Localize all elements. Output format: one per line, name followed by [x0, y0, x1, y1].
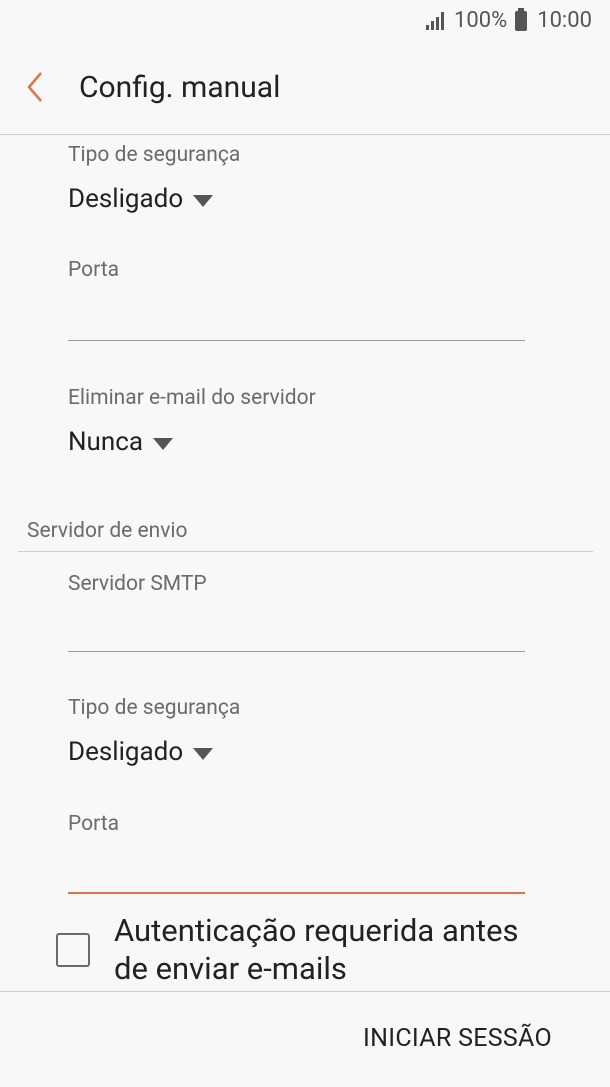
incoming-port-input[interactable]: [68, 298, 525, 338]
outgoing-security-label: Tipo de segurança: [68, 696, 241, 720]
delete-email-dropdown[interactable]: Nunca: [68, 427, 173, 457]
auth-required-checkbox[interactable]: [56, 933, 90, 967]
dropdown-arrow-icon: [153, 437, 173, 450]
outgoing-security-dropdown[interactable]: Desligado: [68, 737, 214, 767]
incoming-security-value: Desligado: [68, 184, 184, 214]
status-indicators: 100% 10:00: [425, 7, 592, 33]
smtp-server-input[interactable]: [68, 609, 525, 649]
delete-email-value: Nunca: [68, 427, 143, 457]
outgoing-security-value: Desligado: [68, 737, 184, 767]
dropdown-arrow-icon: [193, 747, 214, 760]
clock: 10:00: [537, 8, 592, 33]
smtp-server-underline: [68, 651, 525, 652]
smtp-server-label: Servidor SMTP: [68, 572, 207, 596]
back-button[interactable]: [18, 70, 52, 104]
auth-required-label: Autenticação requerida antes de enviar e…: [114, 912, 519, 987]
outgoing-port-label: Porta: [68, 812, 120, 836]
delete-email-label: Eliminar e-mail do servidor: [68, 386, 316, 410]
incoming-port-label: Porta: [68, 258, 120, 282]
bottom-bar: INICIAR SESSÃO: [0, 991, 610, 1087]
signal-icon: [425, 11, 444, 30]
battery-percent: 100%: [453, 8, 508, 33]
status-bar: 100% 10:00: [0, 0, 610, 44]
section-divider: [18, 551, 593, 552]
incoming-security-label: Tipo de segurança: [68, 143, 241, 167]
sign-in-button[interactable]: INICIAR SESSÃO: [363, 1024, 552, 1053]
incoming-port-underline: [68, 340, 525, 341]
battery-icon: [515, 7, 528, 31]
chevron-left-icon: [27, 72, 42, 102]
page-title: Config. manual: [79, 70, 281, 105]
app-bar: Config. manual: [0, 44, 610, 135]
outgoing-section-title: Servidor de envio: [27, 519, 188, 543]
dropdown-arrow-icon: [193, 194, 214, 207]
incoming-security-dropdown[interactable]: Desligado: [68, 184, 214, 214]
outgoing-port-input[interactable]: [68, 850, 525, 890]
outgoing-port-underline: [68, 892, 525, 894]
